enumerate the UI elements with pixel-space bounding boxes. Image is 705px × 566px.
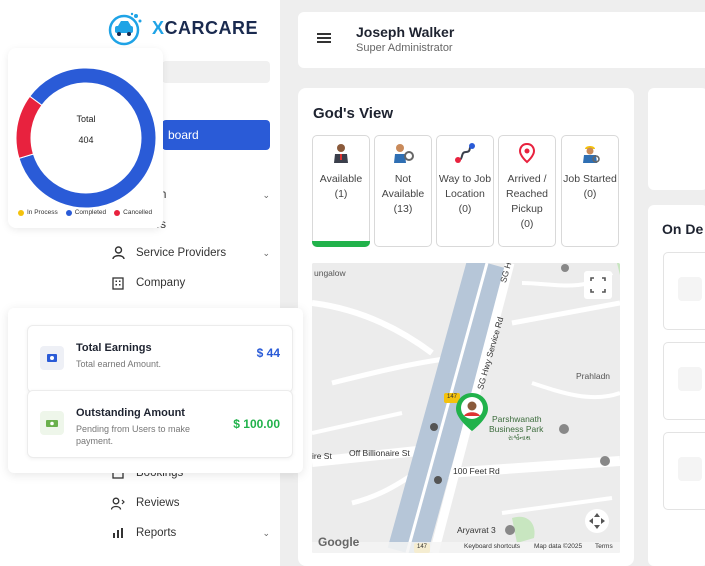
chevron-down-icon: ⌄ bbox=[262, 247, 270, 258]
stat-count: (0) bbox=[520, 218, 534, 230]
sidebar-item-label: Reports bbox=[136, 527, 177, 539]
map-label: Aryavrat 3 bbox=[457, 525, 496, 535]
brand-logo[interactable]: XCARCARE bbox=[106, 10, 258, 46]
stat-count: (13) bbox=[393, 203, 413, 215]
map-label: રાર્શ્વનાથ bbox=[508, 435, 531, 442]
map-label: ungalow bbox=[314, 268, 346, 278]
map-label: Business Park bbox=[489, 424, 544, 434]
stat-label: Available bbox=[319, 173, 363, 185]
total-earnings-value: $ 44 bbox=[256, 346, 280, 360]
chevron-down-icon: ⌄ bbox=[262, 527, 270, 538]
legend-item-cancelled: Cancelled bbox=[114, 209, 152, 216]
on-demand-item[interactable] bbox=[663, 342, 705, 420]
user-role: Super Administrator bbox=[356, 42, 453, 54]
stat-label: Arrived / Reached Pickup bbox=[505, 173, 549, 215]
donut-legend: In Process Completed Cancelled bbox=[18, 209, 152, 216]
live-map[interactable]: ungalow SG Hwy SG Hwy Service Rd Prahlad… bbox=[312, 263, 620, 553]
brand-name: XCARCARE bbox=[152, 17, 259, 38]
stat-arrived-pickup[interactable]: Arrived / Reached Pickup (0) bbox=[498, 135, 556, 247]
donut-total-value: 404 bbox=[78, 135, 94, 145]
top-header bbox=[298, 12, 705, 68]
stat-way-to-job[interactable]: Way to Job Location (0) bbox=[436, 135, 494, 247]
map-data-credit: Map data ©2025 bbox=[534, 543, 583, 550]
mechanic-icon bbox=[392, 142, 414, 164]
on-demand-title: On De bbox=[662, 221, 704, 237]
reviews-icon bbox=[110, 495, 126, 511]
worker-icon bbox=[678, 457, 702, 481]
sidebar-search-input[interactable] bbox=[162, 61, 270, 83]
building-icon bbox=[110, 275, 126, 291]
on-demand-item[interactable] bbox=[663, 432, 705, 510]
stat-count: (0) bbox=[583, 188, 597, 200]
map-keyboard-shortcuts[interactable]: Keyboard shortcuts bbox=[464, 543, 520, 550]
map-terms-link[interactable]: Terms bbox=[595, 543, 613, 550]
donut-total-label: Total bbox=[76, 114, 96, 124]
sidebar-item-label: Reviews bbox=[136, 497, 180, 509]
right-summary-card bbox=[648, 88, 705, 190]
sidebar-item-reviews[interactable]: Reviews bbox=[110, 492, 270, 514]
car-wash-logo-icon bbox=[108, 12, 142, 46]
outstanding-amount-title: Outstanding Amount bbox=[76, 407, 185, 419]
stat-label: Not Available bbox=[381, 173, 425, 200]
map-label: 100 Feet Rd bbox=[453, 466, 500, 476]
map-label: Parshwanath bbox=[492, 414, 542, 424]
map-label: ire St bbox=[312, 451, 332, 461]
hamburger-menu-icon[interactable] bbox=[317, 33, 331, 43]
outstanding-amount-subtitle: Pending from Users to make payment. bbox=[76, 424, 191, 446]
map-label: Prahladn bbox=[576, 371, 611, 381]
map-road-number: 147 bbox=[417, 544, 428, 550]
donut-slice-cancelled[interactable] bbox=[15, 95, 43, 160]
sidebar-item-service-providers[interactable]: Service Providers ⌄ bbox=[110, 242, 270, 264]
stat-count: (1) bbox=[334, 188, 348, 200]
stat-not-available[interactable]: Not Available (13) bbox=[374, 135, 432, 247]
user-name: Joseph Walker bbox=[356, 24, 455, 40]
driver-icon bbox=[330, 142, 352, 164]
stat-label: Way to Job Location bbox=[438, 173, 492, 200]
user-icon bbox=[110, 245, 126, 261]
on-demand-item[interactable] bbox=[663, 252, 705, 330]
chevron-down-icon: ⌄ bbox=[262, 189, 270, 200]
total-earnings-title: Total Earnings bbox=[76, 342, 152, 354]
legend-item-in-process: In Process bbox=[18, 209, 58, 216]
sidebar-item-dashboard[interactable]: board bbox=[162, 120, 270, 150]
stat-available[interactable]: Available (1) bbox=[312, 135, 370, 247]
sidebar-item-label: Service Providers bbox=[136, 247, 227, 259]
sidebar-item-reports[interactable]: Reports ⌄ bbox=[110, 522, 270, 544]
stat-job-started[interactable]: Job Started (0) bbox=[561, 135, 619, 247]
sidebar-item-label: Company bbox=[136, 277, 186, 289]
map-label: Off Billionaire St bbox=[349, 448, 410, 458]
legend-item-completed: Completed bbox=[65, 209, 106, 216]
map-road-number: 147 bbox=[447, 394, 458, 400]
cash-icon bbox=[40, 411, 64, 435]
stat-count: (0) bbox=[458, 203, 472, 215]
total-earnings-row[interactable]: Total Earnings Total earned Amount. $ 44 bbox=[27, 325, 293, 393]
total-earnings-subtitle: Total earned Amount. bbox=[76, 359, 162, 369]
search-service-icon bbox=[678, 277, 702, 301]
sidebar-item-label: board bbox=[168, 128, 199, 142]
gods-view-title: God's View bbox=[313, 105, 393, 122]
outstanding-amount-value: $ 100.00 bbox=[233, 417, 280, 431]
sidebar-item-company[interactable]: Company bbox=[110, 272, 270, 294]
donut-chart bbox=[15, 67, 157, 208]
location-pin-icon bbox=[516, 142, 538, 164]
briefcase-icon bbox=[678, 367, 702, 391]
bar-chart-icon bbox=[110, 525, 126, 541]
google-logo: Google bbox=[318, 535, 360, 549]
money-icon bbox=[40, 346, 64, 370]
outstanding-amount-row[interactable]: Outstanding Amount Pending from Users to… bbox=[27, 390, 293, 458]
map-canvas[interactable] bbox=[312, 263, 620, 553]
route-icon bbox=[454, 142, 476, 164]
stat-label: Job Started bbox=[563, 173, 617, 185]
worker-icon bbox=[579, 142, 601, 164]
